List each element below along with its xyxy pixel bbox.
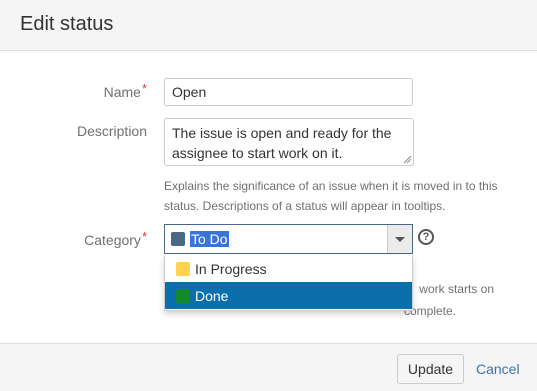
category-color-swatch — [171, 232, 185, 246]
chevron-down-icon — [395, 237, 405, 242]
category-color-swatch — [176, 289, 190, 303]
option-label: Done — [195, 288, 229, 304]
resize-handle-icon[interactable] — [403, 155, 412, 164]
dropdown-option-in-progress[interactable]: In Progress — [165, 255, 412, 282]
description-label: Description — [76, 123, 147, 139]
dropdown-toggle[interactable] — [387, 225, 412, 253]
dropdown-option-done[interactable]: Done — [165, 282, 412, 309]
dialog-footer: Update Cancel — [0, 343, 537, 391]
option-label: In Progress — [195, 261, 267, 277]
category-label-text: Category — [84, 232, 141, 248]
required-marker: * — [141, 229, 147, 244]
question-circle-icon[interactable]: ? — [418, 229, 434, 245]
description-textarea[interactable]: The issue is open and ready for the assi… — [164, 118, 414, 166]
help-line: work starts on — [419, 282, 494, 296]
category-dropdown-list: In Progress Done — [164, 255, 413, 311]
category-label: Category* — [84, 229, 147, 248]
description-line: The issue is open and ready for the — [172, 125, 392, 141]
category-select[interactable]: To Do — [164, 224, 413, 254]
dialog-header: Edit status — [0, 0, 537, 51]
name-label: Name* — [103, 81, 147, 100]
required-marker: * — [141, 81, 147, 96]
edit-status-form: Name* Open Description The issue is open… — [0, 51, 537, 343]
name-label-text: Name — [103, 84, 141, 100]
name-input[interactable]: Open — [164, 78, 413, 106]
cancel-link[interactable]: Cancel — [476, 361, 520, 377]
category-color-swatch — [176, 262, 190, 276]
dialog-title: Edit status — [20, 13, 114, 35]
help-line: status. Descriptions of a status will ap… — [164, 199, 446, 213]
help-line: Explains the significance of an issue wh… — [164, 179, 498, 193]
description-line: assignee to start work on it. — [172, 145, 343, 161]
description-help: Explains the significance of an issue wh… — [164, 176, 504, 216]
category-selected-value: To Do — [190, 231, 229, 247]
update-button[interactable]: Update — [397, 354, 464, 384]
